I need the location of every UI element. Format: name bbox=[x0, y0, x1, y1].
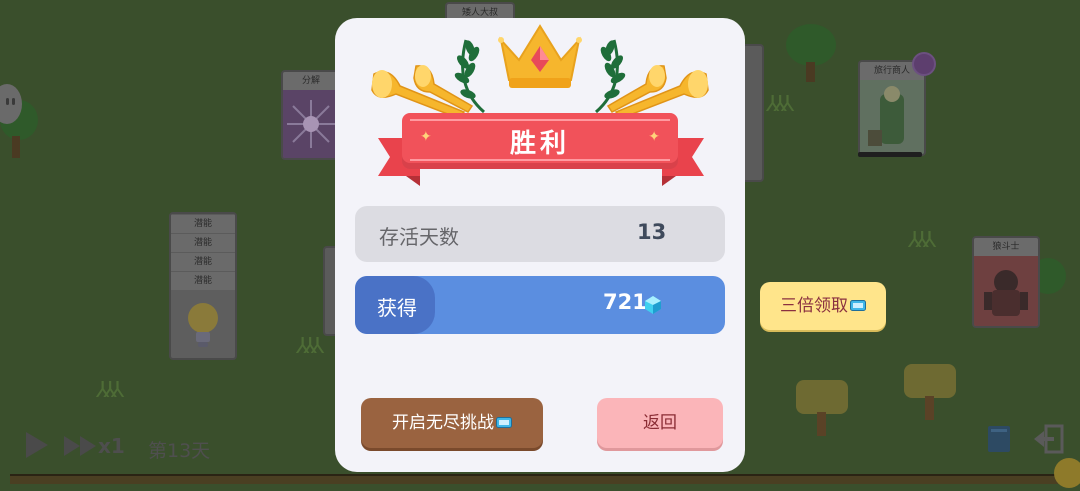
potential-chip: 潜能 bbox=[171, 233, 235, 252]
victory-banner: 胜利 ✦ ✦ bbox=[402, 113, 678, 169]
grass: ⅄⅄⅄ bbox=[96, 378, 124, 403]
card-potential[interactable]: 潜能 潜能 潜能 潜能 bbox=[169, 212, 237, 360]
play-button[interactable] bbox=[24, 430, 50, 460]
sparkle-icon: ✦ bbox=[420, 129, 432, 145]
endless-challenge-label: 开启无尽挑战 bbox=[392, 413, 494, 433]
card-shadow bbox=[858, 152, 922, 157]
tv-ad-icon bbox=[496, 417, 512, 428]
survive-days-label: 存活天数 bbox=[379, 225, 459, 249]
card-decompose[interactable]: 分解 bbox=[281, 70, 341, 160]
lightbulb-icon bbox=[185, 300, 221, 350]
day-label: 第13天 bbox=[148, 440, 211, 462]
card-wolf-fighter[interactable]: 狼斗士 bbox=[972, 236, 1040, 328]
tree bbox=[786, 24, 838, 84]
triple-claim-button[interactable]: 三倍领取 bbox=[760, 282, 886, 330]
tree-yellow bbox=[796, 380, 848, 438]
wolf-art bbox=[974, 256, 1038, 326]
decompose-art bbox=[283, 90, 339, 158]
potential-chip: 潜能 bbox=[171, 271, 235, 290]
grass: ⅄⅄⅄ bbox=[296, 334, 324, 359]
sun-icon bbox=[1054, 458, 1080, 488]
reward-value: 721 bbox=[603, 290, 647, 314]
triple-claim-label: 三倍领取 bbox=[780, 296, 848, 316]
tree-yellow bbox=[904, 364, 956, 422]
sparkle-icon: ✦ bbox=[648, 129, 660, 145]
fast-forward-button[interactable] bbox=[64, 434, 98, 458]
card-title: 狼斗士 bbox=[974, 238, 1038, 256]
card-title: 分解 bbox=[283, 72, 339, 90]
gem-icon bbox=[645, 296, 661, 314]
crown-icon bbox=[497, 22, 583, 92]
potential-chip: 潜能 bbox=[171, 252, 235, 271]
tv-ad-icon bbox=[850, 300, 866, 311]
card-travel-merchant[interactable]: 旅行商人 bbox=[858, 60, 926, 156]
survive-days-value: 13 bbox=[637, 220, 667, 244]
survive-days-row: 存活天数 13 bbox=[355, 206, 725, 262]
book-icon[interactable] bbox=[986, 424, 1012, 454]
potential-chip: 潜能 bbox=[171, 214, 235, 233]
reward-row: 获得 721 bbox=[355, 276, 725, 334]
exit-icon[interactable] bbox=[1032, 424, 1066, 454]
grass: ⅄⅄⅄ bbox=[766, 92, 794, 117]
victory-title: 胜利 bbox=[509, 129, 570, 159]
merchant-art bbox=[860, 80, 924, 154]
day-progress-track bbox=[10, 474, 1070, 484]
badge-icon bbox=[912, 52, 936, 76]
speed-label: x1 bbox=[98, 434, 125, 458]
return-button[interactable]: 返回 bbox=[597, 398, 723, 448]
reward-label: 获得 bbox=[377, 296, 417, 320]
grass: ⅄⅄⅄ bbox=[908, 228, 936, 253]
endless-challenge-button[interactable]: 开启无尽挑战 bbox=[361, 398, 543, 448]
